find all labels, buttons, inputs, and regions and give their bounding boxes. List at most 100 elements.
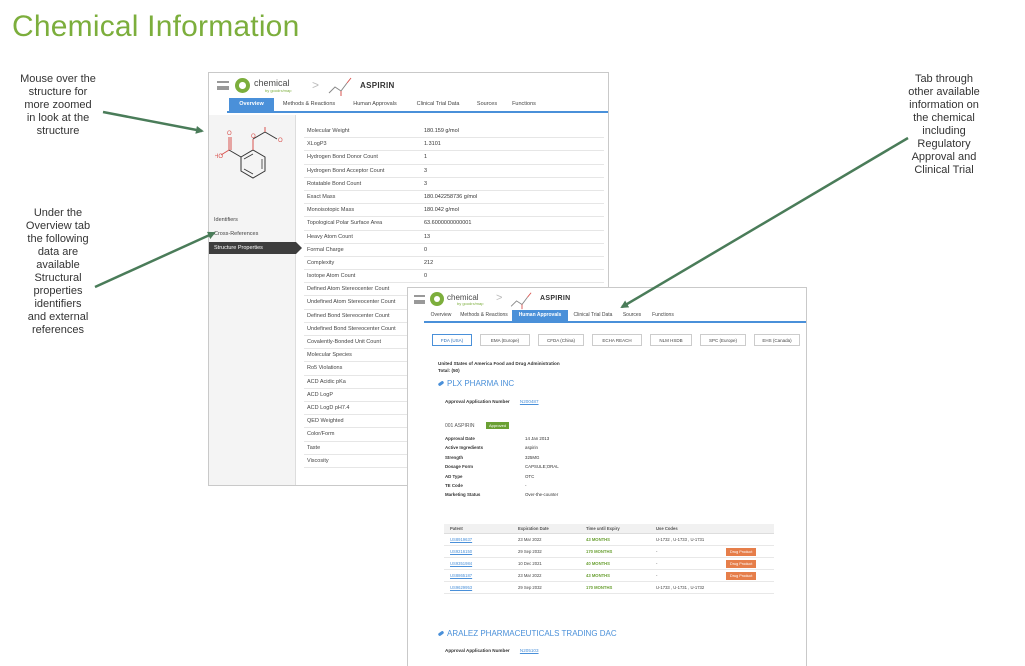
property-label: ACD LogD pH7.4 [307, 402, 350, 415]
patents-column-header[interactable]: Expiration Date [518, 524, 549, 534]
tab-sources[interactable]: Sources [470, 98, 504, 111]
property-value: 0 [424, 244, 427, 257]
arrow-to-sidebar [95, 233, 214, 287]
tab-sources[interactable]: Sources [618, 310, 646, 321]
overview-line: Under the [8, 207, 108, 220]
property-value: 1.3101 [424, 138, 441, 151]
tab-human-approvals[interactable]: Human Approvals [344, 98, 406, 111]
patents-column-header[interactable]: Time until Expiry [586, 524, 620, 534]
property-label: Isotope Atom Count [307, 270, 355, 283]
drug-product-badge: Drug Product [726, 560, 756, 568]
tab-functions[interactable]: Functions [646, 310, 680, 321]
patent-row: US921615029 Sep 2032170 MONTHS-Drug Prod… [444, 546, 774, 558]
chemical-logo-icon[interactable] [235, 78, 250, 93]
property-value: 212 [424, 257, 433, 270]
patent-link[interactable]: US9629953 [450, 582, 472, 594]
drug-product-badge: Drug Product [726, 572, 756, 580]
overview-line: identifiers [8, 298, 108, 311]
patent-use-codes: - [656, 570, 657, 582]
property-label: Formal Charge [307, 244, 344, 257]
structure-line: Mouse over the [8, 73, 108, 86]
tabs-line: including [893, 125, 995, 138]
tab-overview[interactable]: Overview [426, 310, 456, 321]
overview-line: the following [8, 233, 108, 246]
chemical-logo-icon[interactable] [430, 292, 444, 306]
company-heading-2[interactable]: ARALEZ PHARMACEUTICALS TRADING DAC [438, 629, 617, 638]
patent-time-until-expiry: 43 MONTHS [586, 534, 610, 546]
agency-tab-cfda-china[interactable]: CFDA (China) [538, 334, 584, 346]
overview-line: properties [8, 285, 108, 298]
hamburger-menu-icon[interactable] [414, 295, 425, 304]
structure-line: structure [8, 125, 108, 138]
app-logo-subtext: by goodrx/map [265, 88, 291, 93]
breadcrumb-separator: > [312, 78, 319, 92]
approval-application-link[interactable]: N200487 [520, 399, 539, 404]
property-row: Heavy Atom Count13 [304, 231, 604, 244]
patent-use-codes: - [656, 546, 657, 558]
product-name: 001 ASPIRIN [445, 423, 474, 429]
property-label: Undefined Atom Stereocenter Count [307, 296, 395, 309]
patents-column-header[interactable]: Patent [450, 524, 463, 534]
agency-full-name: United States of America Food and Drug A… [438, 361, 560, 366]
property-label: Molecular Species [307, 349, 352, 362]
tab-human-approvals[interactable]: Human Approvals [512, 310, 568, 321]
tabs-line: Clinical Trial [893, 164, 995, 177]
property-value: 180.042258736 g/mol [424, 191, 477, 204]
agency-tabs: FDA (USA) EMA (Europe) CFDA (China) ECHA RE… [432, 334, 802, 346]
property-label: Defined Bond Stereocenter Count [307, 310, 390, 323]
patent-expiration: 10 Dec 2021 [518, 558, 542, 570]
detail-value: CAPSULE;ORAL [525, 464, 559, 469]
overview-line: Overview tab [8, 220, 108, 233]
patent-link[interactable]: US9216150 [450, 546, 472, 558]
tab-functions[interactable]: Functions [504, 98, 544, 111]
app-header: chemical by goodrx/map > ASPIRIN [209, 73, 608, 99]
arrow-to-tabs [622, 138, 908, 307]
agency-tab-nlm-hsdb[interactable]: NLM HSDB [650, 334, 692, 346]
property-label: QED Weighted [307, 415, 344, 428]
tab-overview[interactable]: Overview [229, 98, 274, 111]
patent-link[interactable]: US9351984 [450, 558, 472, 570]
detail-key: Approval Date [445, 436, 505, 441]
approval-application-link-2[interactable]: N205103 [520, 648, 539, 653]
hamburger-menu-icon[interactable] [217, 81, 229, 90]
tabs-line: information on [893, 99, 995, 112]
property-label: Taste [307, 442, 320, 455]
detail-value: 14 Jan 2013 [525, 436, 549, 441]
app-logo-subtext: by goodrx/map [457, 301, 483, 306]
tab-clinical-trial-data[interactable]: Clinical Trial Data [406, 98, 470, 111]
sidebar-item-cross-references[interactable]: Cross-References [209, 228, 296, 240]
agency-tab-ehs-canada[interactable]: EHS (Canada) [754, 334, 800, 346]
patent-expiration: 29 Sep 2032 [518, 546, 542, 558]
patent-expiration: 29 Sep 2032 [518, 582, 542, 594]
agency-tab-echa-reach[interactable]: ECHA REACH [592, 334, 642, 346]
tab-methods-reactions[interactable]: Methods & Reactions [274, 98, 344, 111]
aspirin-structure-image[interactable]: O HO O O [215, 127, 285, 207]
sidebar-item-structure-properties[interactable]: Structure Properties [209, 242, 296, 254]
patent-use-codes: U-1733 , U-1731 , U-1732 [656, 582, 704, 594]
property-row: Molecular Weight180.159 g/mol [304, 125, 604, 138]
tab-clinical-trial-data[interactable]: Clinical Trial Data [568, 310, 618, 321]
detail-key: TE Code [445, 483, 505, 488]
property-label: Rotatable Bond Count [307, 178, 361, 191]
approved-badge: Approved [486, 422, 509, 429]
property-label: Viscosity [307, 455, 329, 468]
patent-link[interactable]: US8865187 [450, 570, 472, 582]
tab-methods-reactions[interactable]: Methods & Reactions [456, 310, 512, 321]
patent-time-until-expiry: 170 MONTHS [586, 546, 612, 558]
agency-tab-ema-europe[interactable]: EMA (Europe) [480, 334, 530, 346]
property-label: Hydrogen Bond Acceptor Count [307, 165, 384, 178]
sidebar-item-identifiers[interactable]: Identifiers [209, 214, 296, 226]
tabs-line: other available [893, 86, 995, 99]
tabs-line: Approval and [893, 151, 995, 164]
property-row: XLogP31.3101 [304, 138, 604, 151]
overview-line: available [8, 259, 108, 272]
company-heading-1[interactable]: PLX PHARMA INC [438, 379, 514, 388]
patent-time-until-expiry: 170 MONTHS [586, 582, 612, 594]
tab-bar: OverviewMethods & ReactionsHuman Approva… [227, 98, 609, 113]
patent-link[interactable]: US8919637 [450, 534, 472, 546]
agency-tab-fda-usa[interactable]: FDA (USA) [432, 334, 472, 346]
property-label: Ro5 Violations [307, 362, 342, 375]
agency-tab-spc-europe[interactable]: SPC (Europe) [700, 334, 746, 346]
patent-row: US886518723 Mar 202243 MONTHS-Drug Produ… [444, 570, 774, 582]
patents-column-header[interactable]: Use Codes [656, 524, 678, 534]
